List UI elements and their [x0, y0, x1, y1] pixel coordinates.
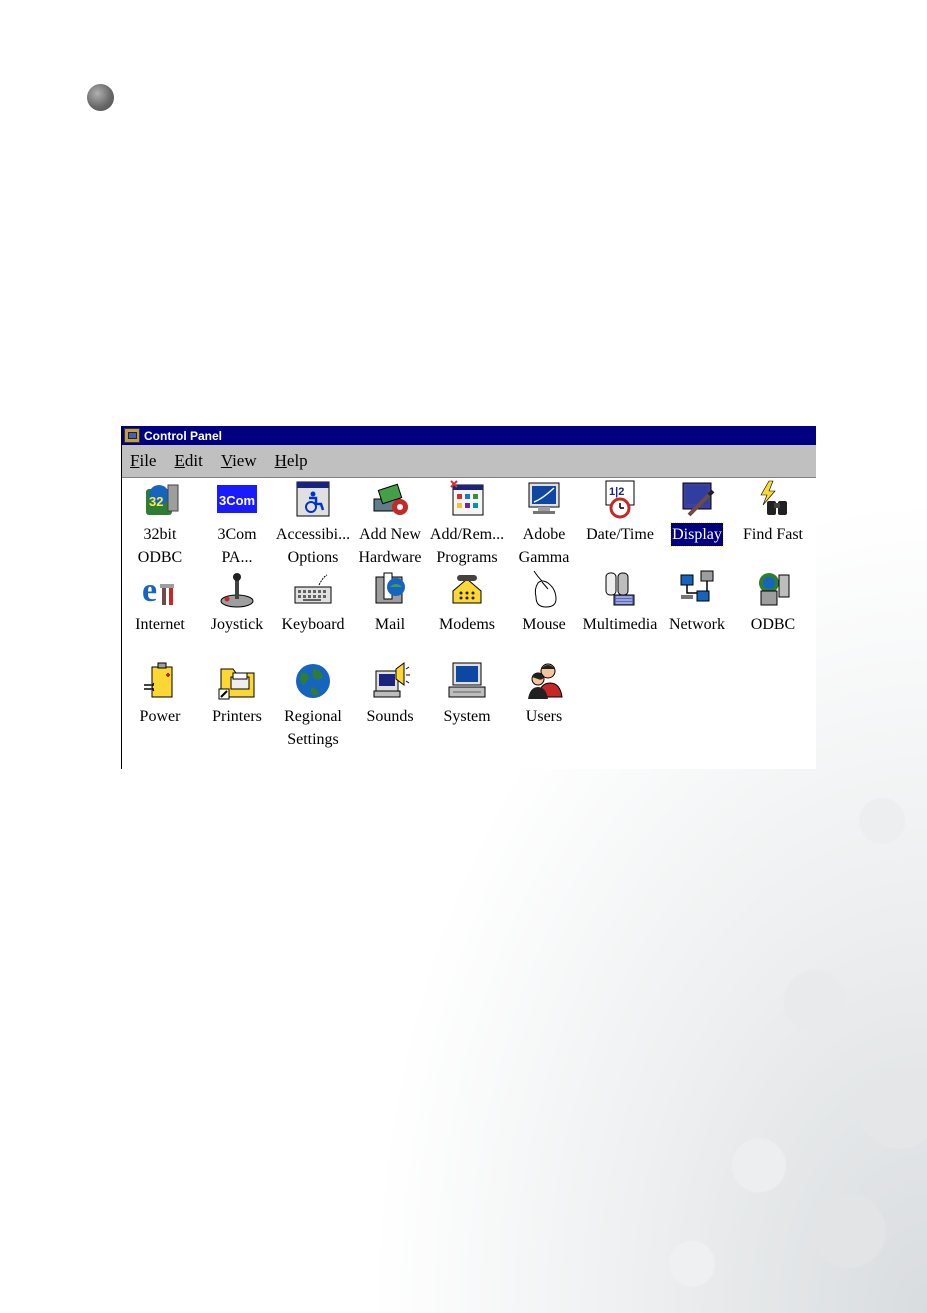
- 3com-icon: 3Com: [217, 485, 257, 513]
- applet-label: Sounds: [366, 708, 414, 725]
- svg-text:1|2: 1|2: [609, 486, 624, 498]
- menu-help[interactable]: Help: [275, 451, 308, 471]
- svg-text:32: 32: [149, 494, 163, 509]
- applet-label: Multimedia: [582, 616, 658, 633]
- display-icon: [682, 482, 715, 517]
- menu-file[interactable]: File: [130, 451, 156, 471]
- menu-bar: File Edit View Help: [122, 445, 816, 478]
- applet-label: Network: [669, 616, 725, 633]
- multimedia-icon: [605, 572, 635, 606]
- joystick-icon: [220, 573, 254, 608]
- applet-label: 32bit ODBC: [137, 526, 183, 566]
- applet-add-hardware[interactable]: Add New Hardware: [352, 479, 428, 569]
- date-time-icon: 1|2: [605, 480, 635, 519]
- applet-label: Accessibi... Options: [275, 526, 351, 566]
- network-icon: [680, 570, 714, 602]
- add-remove-programs-icon: [450, 480, 484, 516]
- applet-joystick[interactable]: Joystick: [199, 569, 275, 636]
- add-hardware-icon: [373, 483, 408, 515]
- applet-users[interactable]: Users: [506, 661, 582, 728]
- accessibility-icon: [296, 481, 330, 517]
- odbc32-icon: 32: [146, 484, 179, 515]
- applet-label: Printers: [212, 708, 262, 725]
- menu-edit[interactable]: Edit: [174, 451, 202, 471]
- applet-label: Keyboard: [281, 616, 345, 633]
- applet-label: Joystick: [210, 616, 264, 633]
- applet-date-time[interactable]: 1|2 Date/Time: [582, 479, 658, 546]
- internet-icon: e: [142, 572, 174, 609]
- applet-label: Regional Settings: [284, 708, 342, 748]
- applet-label: Add New Hardware: [358, 526, 422, 566]
- applet-multimedia[interactable]: Multimedia: [582, 569, 658, 636]
- applet-3com[interactable]: 3Com 3Com PA...: [199, 479, 275, 569]
- applet-label: Mail: [374, 616, 406, 633]
- window-title: Control Panel: [144, 428, 223, 443]
- mouse-icon: [533, 570, 557, 608]
- applet-display[interactable]: Display: [659, 479, 735, 547]
- applet-system[interactable]: System: [429, 661, 505, 728]
- applet-label: Date/Time: [586, 526, 654, 543]
- applet-printers[interactable]: Printers: [199, 661, 275, 728]
- applet-find-fast[interactable]: Find Fast: [735, 479, 811, 546]
- control-panel-window: Control Panel File Edit View Help 32 32bi…: [121, 426, 816, 769]
- applet-label: Power: [139, 708, 181, 725]
- title-bar[interactable]: Control Panel: [122, 426, 816, 445]
- applet-label: System: [443, 708, 491, 725]
- applet-keyboard[interactable]: Keyboard: [275, 569, 351, 636]
- control-panel-icon: [124, 428, 140, 443]
- applet-label: ODBC: [750, 616, 796, 633]
- power-icon: [144, 662, 173, 698]
- applet-internet[interactable]: e Internet: [122, 569, 198, 636]
- modems-icon: [452, 575, 482, 604]
- applet-accessibility[interactable]: Accessibi... Options: [275, 479, 351, 569]
- applet-label: Internet: [135, 616, 185, 633]
- adobe-gamma-icon: [528, 482, 560, 514]
- printers-icon: [218, 668, 255, 700]
- applet-sounds[interactable]: Sounds: [352, 661, 428, 728]
- applet-odbc32[interactable]: 32 32bit ODBC: [122, 479, 198, 569]
- applet-label: 3Com PA...: [217, 526, 257, 566]
- sounds-icon: [373, 662, 410, 698]
- applet-odbc[interactable]: ODBC: [735, 569, 811, 636]
- bullet-icon: [87, 84, 114, 111]
- applet-label: Add/Rem... Programs: [429, 526, 505, 566]
- applet-label: Modems: [439, 616, 495, 633]
- applet-label: Users: [525, 708, 563, 725]
- svg-text:3Com: 3Com: [219, 493, 255, 508]
- system-icon: [448, 662, 486, 698]
- mail-icon: [375, 572, 405, 604]
- applet-label: Display: [670, 522, 724, 547]
- find-fast-icon: [760, 480, 787, 515]
- applet-label: Adobe Gamma: [518, 526, 570, 566]
- svg-text:e: e: [142, 572, 157, 609]
- applet-power[interactable]: Power: [122, 661, 198, 728]
- applet-label: Mouse: [522, 616, 566, 633]
- applet-mail[interactable]: Mail: [352, 569, 428, 636]
- regional-settings-icon: [296, 664, 330, 698]
- applet-add-remove-programs[interactable]: Add/Rem... Programs: [429, 479, 505, 569]
- applet-mouse[interactable]: Mouse: [506, 569, 582, 636]
- applet-adobe-gamma[interactable]: Adobe Gamma: [506, 479, 582, 569]
- keyboard-icon: [294, 574, 332, 604]
- applet-modems[interactable]: Modems: [429, 569, 505, 636]
- odbc-icon: [759, 573, 790, 606]
- applet-label: Find Fast: [742, 526, 803, 543]
- applet-network[interactable]: Network: [659, 569, 735, 636]
- users-icon: [528, 663, 563, 699]
- menu-view[interactable]: View: [221, 451, 257, 471]
- applet-regional-settings[interactable]: Regional Settings: [275, 661, 351, 751]
